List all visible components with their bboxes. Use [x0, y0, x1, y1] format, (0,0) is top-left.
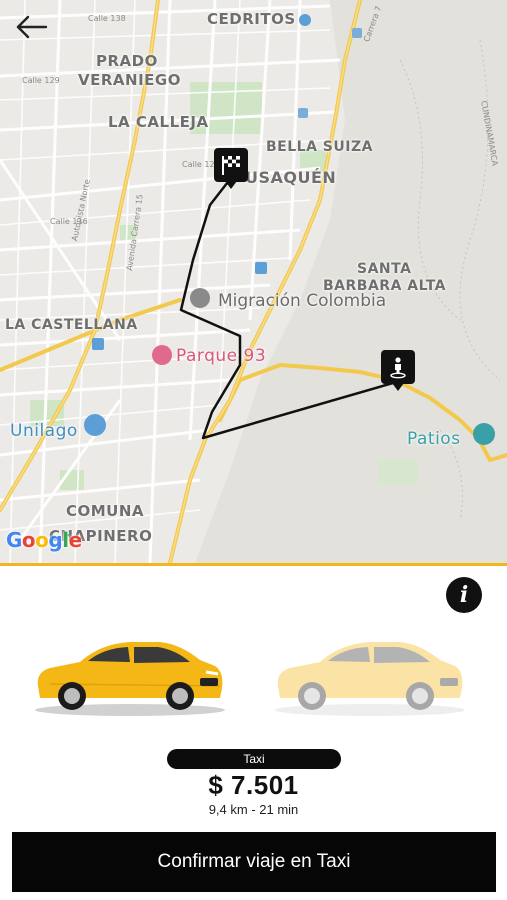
info-button[interactable]: i — [446, 577, 482, 613]
map-label-la-castellana: LA CASTELLANA — [5, 317, 138, 333]
taxi-car-icon — [35, 642, 225, 716]
accent-divider — [0, 563, 507, 566]
pickup-person-icon — [390, 357, 406, 379]
map-label-veraniego: VERANIEGO — [78, 71, 181, 89]
poi-unilago[interactable]: Unilago — [10, 421, 78, 441]
map-view[interactable]: Calle 138 Calle 129 Calle 122 Calle 116 … — [0, 0, 507, 563]
arrow-left-icon — [16, 15, 48, 39]
map-label-bella-suiza: BELLA SUIZA — [266, 139, 373, 155]
map-label-usaquen: USAQUÉN — [245, 168, 337, 187]
map-label-la-calleja: LA CALLEJA — [108, 113, 209, 131]
map-label-cedritos: CEDRITOS — [207, 10, 296, 28]
vehicle-option-taxi[interactable] — [30, 628, 230, 720]
trip-price: $ 7.501 — [208, 770, 299, 800]
back-button[interactable] — [14, 12, 50, 42]
vehicle-option-secondary[interactable] — [270, 628, 470, 720]
poi-parque-93[interactable]: Parque 93 — [176, 346, 266, 366]
checkered-flag-icon — [222, 156, 240, 175]
poi-migracion-colombia[interactable]: Migración Colombia — [218, 291, 386, 311]
car-icon — [275, 642, 465, 716]
street-label: Calle 129 — [22, 76, 60, 85]
map-label-comuna: COMUNA — [66, 502, 145, 520]
map-label-prado: PRADO — [96, 52, 158, 70]
destination-marker[interactable] — [214, 148, 248, 189]
confirm-trip-button[interactable]: Confirmar viaje en Taxi — [12, 832, 496, 892]
map-label-santa: SANTA — [357, 261, 412, 277]
poi-patios[interactable]: Patios — [407, 429, 461, 449]
info-icon: i — [459, 582, 469, 608]
trip-distance-duration: 9,4 km - 21 min — [208, 802, 299, 817]
street-label: Calle 138 — [88, 14, 126, 23]
origin-marker[interactable] — [381, 350, 415, 391]
vehicle-type-label: Taxi — [167, 749, 341, 769]
google-logo: Google — [6, 528, 82, 552]
